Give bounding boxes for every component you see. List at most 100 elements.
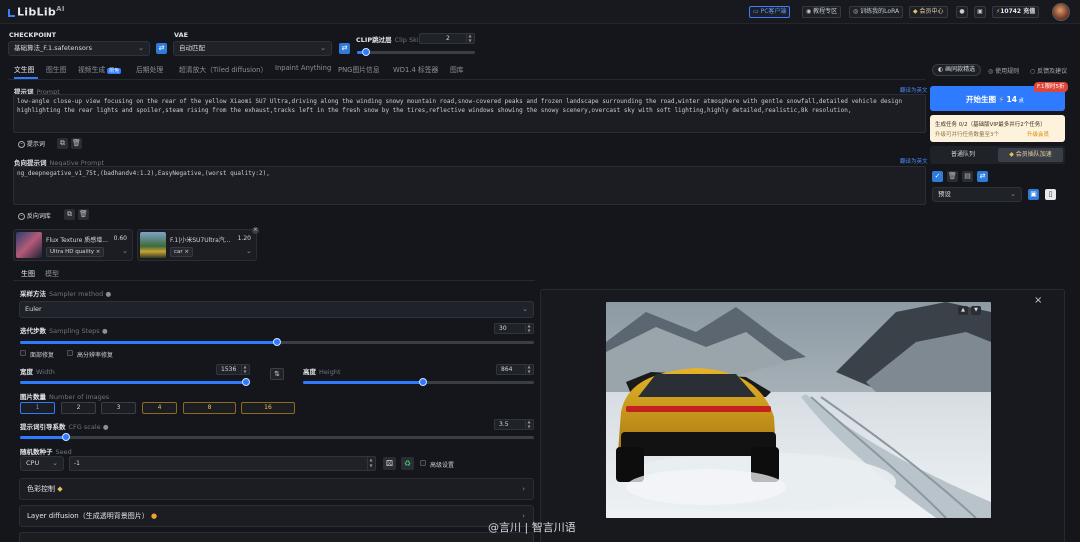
checkbox-icon[interactable]: ✓ xyxy=(932,171,943,182)
color-control-accordion[interactable]: 色彩控制 ◆ › xyxy=(19,478,534,500)
info-icon: ◎ xyxy=(988,68,994,75)
clip-skip-slider[interactable] xyxy=(357,48,475,56)
steps-slider-thumb[interactable] xyxy=(273,338,281,346)
width-input[interactable]: 1536 ▲ ▼ xyxy=(216,364,250,375)
message-icon[interactable]: ● xyxy=(956,6,968,18)
negative-library-toggle[interactable]: ⌃ 反向词库 xyxy=(18,211,51,220)
batch-option-16[interactable]: 16 xyxy=(241,402,295,414)
help-icon[interactable]: ● xyxy=(102,327,108,335)
tab-txt2img[interactable]: 文生图 xyxy=(14,64,34,74)
recycle-icon[interactable]: ♻ xyxy=(401,457,414,470)
liblib-logo[interactable]: LibLibAI xyxy=(8,5,65,19)
member-center-button[interactable]: ◆ 会员中心 xyxy=(909,6,948,18)
close-icon[interactable]: × xyxy=(1034,295,1042,306)
seed-device-select[interactable]: CPU ⌄ xyxy=(20,456,64,471)
subtab-model[interactable]: 模型 xyxy=(45,269,59,279)
tab-gallery[interactable]: 图库 xyxy=(450,64,464,74)
lora-trigger-tag[interactable]: Ultra HD quality × xyxy=(46,247,105,257)
thumbs-down-icon[interactable]: ▼ xyxy=(971,306,981,315)
translate-negative-link[interactable]: 翻译为英文 xyxy=(900,157,928,165)
sampler-select[interactable]: Euler ⌄ xyxy=(19,301,534,318)
refresh-vae-icon[interactable]: ⇄ xyxy=(339,43,350,54)
width-slider[interactable] xyxy=(20,378,250,386)
steps-input[interactable]: 30 ▲ ▼ xyxy=(494,323,534,334)
clip-skip-input[interactable]: 2 ▲ ▼ xyxy=(419,33,475,44)
close-icon[interactable]: × xyxy=(184,249,189,255)
width-slider-thumb[interactable] xyxy=(242,378,250,386)
chevron-down-icon[interactable]: ⌄ xyxy=(246,247,252,255)
refresh-checkpoint-icon[interactable]: ⇄ xyxy=(156,43,167,54)
next-accordion[interactable] xyxy=(19,532,534,542)
tab-inpaint-anything[interactable]: Inpaint Anything xyxy=(275,64,331,72)
negative-prompt-textarea[interactable]: ng_deepnegative_v1_75t,(badhandv4:1.2),E… xyxy=(13,166,926,205)
save-preset-icon[interactable]: ▣ xyxy=(1028,189,1039,200)
seed-input[interactable]: -1 ▲ ▼ xyxy=(69,456,376,471)
lora-name: F.1|小米SU7Ultra汽... xyxy=(170,237,231,244)
credits-button[interactable]: ⚡10742 充值 xyxy=(992,6,1040,18)
vip-queue-option[interactable]: ◆ 会员插队加速 xyxy=(998,148,1063,162)
user-avatar[interactable] xyxy=(1052,3,1070,21)
copy-negative-icon[interactable]: ⧉ xyxy=(64,209,75,220)
checkpoint-select[interactable]: 基础算法_F.1.safetensors ⌄ xyxy=(8,41,150,56)
batch-option-4[interactable]: 4 xyxy=(142,402,177,414)
tab-postprocess[interactable]: 后期处理 xyxy=(136,64,163,74)
subtab-generate[interactable]: 生图 xyxy=(21,269,35,279)
pc-client-button[interactable]: ▭ PC客户端 xyxy=(749,6,791,18)
face-fix-checkbox[interactable] xyxy=(20,350,26,356)
tutorial-button[interactable]: ◉ 教程专区 xyxy=(802,6,842,18)
vae-select[interactable]: 自动匹配 ⌄ xyxy=(173,41,332,56)
batch-option-3[interactable]: 3 xyxy=(101,402,136,414)
upgrade-link[interactable]: 升级会员 xyxy=(1027,130,1049,138)
lora-card[interactable]: Flux Texture 质感增... 0.60 Ultra HD qualit… xyxy=(13,229,133,261)
train-lora-button[interactable]: ◎ 训练我的LoRA xyxy=(849,6,904,18)
image-icon[interactable]: ▤ xyxy=(962,171,973,182)
lora-card[interactable]: F.1|小米SU7Ultra汽... 1.20 car × ⌄ × xyxy=(137,227,259,261)
prompt-textarea[interactable]: low-angle close-up view focusing on the … xyxy=(13,94,926,133)
dice-icon[interactable]: ⚄ xyxy=(383,457,396,470)
copy-prompt-icon[interactable]: ⧉ xyxy=(57,138,68,149)
featured-button[interactable]: ◐ 画同款精选 xyxy=(932,64,982,76)
refresh-icon[interactable]: ⇄ xyxy=(977,171,988,182)
delete-negative-icon[interactable]: 🗑 xyxy=(78,209,89,220)
advanced-settings-checkbox[interactable] xyxy=(420,460,426,466)
swap-dimensions-icon[interactable]: ⇅ xyxy=(270,368,284,380)
translate-prompt-link[interactable]: 翻译为英文 xyxy=(900,86,928,94)
lora-weight[interactable]: 0.60 xyxy=(114,235,127,242)
help-icon[interactable]: ● xyxy=(103,423,109,431)
preset-select[interactable]: 预设 ⌄ xyxy=(932,187,1022,202)
tab-png-info[interactable]: PNG图片信息 xyxy=(338,64,380,74)
tab-wd14-tagger[interactable]: WD1.4 标签器 xyxy=(393,64,438,74)
prompt-library-toggle[interactable]: ⌃ 提示词 xyxy=(18,139,45,148)
cfg-slider[interactable] xyxy=(20,433,534,441)
usage-rules-link[interactable]: ◎ 使用规则 xyxy=(988,66,1019,75)
thumbs-up-icon[interactable]: ▲ xyxy=(958,306,968,315)
trash-icon[interactable]: 🗑 xyxy=(947,171,958,182)
lora-weight[interactable]: 1.20 xyxy=(238,235,251,242)
layer-diffusion-accordion[interactable]: Layer diffusion（生成透明背景图片） ● › xyxy=(19,505,534,527)
batch-option-1[interactable]: 1 xyxy=(20,402,55,414)
generated-image[interactable] xyxy=(606,302,991,518)
cfg-input[interactable]: 3.5 ▲ ▼ xyxy=(494,419,534,430)
cfg-slider-thumb[interactable] xyxy=(62,433,71,441)
height-slider-thumb[interactable] xyxy=(419,378,428,386)
delete-prompt-icon[interactable]: 🗑 xyxy=(71,138,82,149)
batch-option-2[interactable]: 2 xyxy=(61,402,96,414)
file-icon[interactable]: ▯ xyxy=(1045,189,1056,200)
tab-img2img[interactable]: 图生图 xyxy=(46,64,66,74)
clip-skip-slider-thumb[interactable] xyxy=(362,48,371,56)
notification-icon[interactable]: ▣ xyxy=(974,6,986,18)
height-input[interactable]: 864 ▲ ▼ xyxy=(496,364,534,375)
batch-option-8[interactable]: 8 xyxy=(183,402,236,414)
tab-tiled-diffusion[interactable]: 超清放大（Tiled diffusion） xyxy=(179,64,267,74)
close-icon[interactable]: × xyxy=(96,249,101,255)
lora-trigger-tag[interactable]: car × xyxy=(170,247,194,257)
steps-slider[interactable] xyxy=(20,338,534,346)
normal-queue-option[interactable]: 普通队列 xyxy=(932,148,994,162)
feedback-link[interactable]: ○ 反馈及建议 xyxy=(1030,66,1067,75)
help-icon[interactable]: ● xyxy=(105,290,111,298)
height-slider[interactable] xyxy=(303,378,534,386)
hires-fix-checkbox[interactable] xyxy=(67,350,73,356)
tab-video[interactable]: 视频生成 限免 xyxy=(78,64,122,74)
chevron-down-icon[interactable]: ⌄ xyxy=(122,247,128,255)
close-icon[interactable]: × xyxy=(252,227,259,234)
